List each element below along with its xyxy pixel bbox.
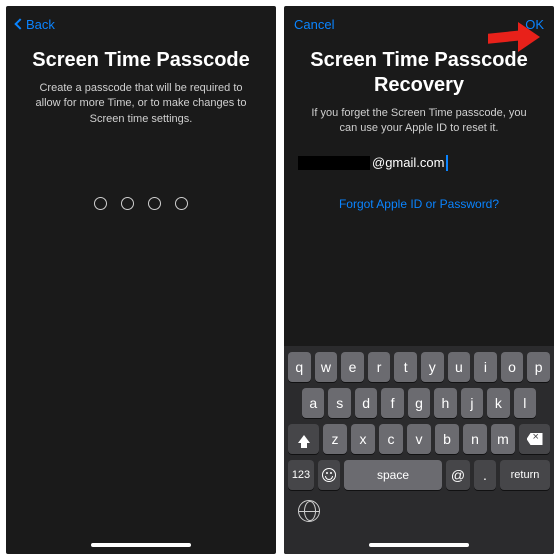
key-m[interactable]: m bbox=[491, 424, 515, 454]
key-l[interactable]: l bbox=[514, 388, 536, 418]
key-e[interactable]: e bbox=[341, 352, 364, 382]
key-r[interactable]: r bbox=[368, 352, 391, 382]
nav-bar: Cancel OK bbox=[284, 6, 554, 42]
chevron-left-icon bbox=[14, 18, 25, 29]
back-label: Back bbox=[26, 17, 55, 32]
key-o[interactable]: o bbox=[501, 352, 524, 382]
key-n[interactable]: n bbox=[463, 424, 487, 454]
period-key[interactable]: . bbox=[474, 460, 496, 490]
keyboard: qwertyuiop asdfghjkl zxcvbnm 123 space @… bbox=[284, 346, 554, 554]
key-i[interactable]: i bbox=[474, 352, 497, 382]
email-suffix: @gmail.com bbox=[372, 155, 444, 170]
redacted-segment bbox=[298, 156, 370, 170]
key-c[interactable]: c bbox=[379, 424, 403, 454]
globe-icon[interactable] bbox=[298, 500, 320, 522]
key-p[interactable]: p bbox=[527, 352, 550, 382]
screen-time-passcode-screen: Back Screen Time Passcode Create a passc… bbox=[6, 6, 276, 554]
key-row-3: zxcvbnm bbox=[288, 424, 550, 454]
key-row-4: 123 space @ . return bbox=[288, 460, 550, 490]
key-f[interactable]: f bbox=[381, 388, 403, 418]
forgot-link[interactable]: Forgot Apple ID or Password? bbox=[284, 197, 554, 211]
key-a[interactable]: a bbox=[302, 388, 324, 418]
passcode-recovery-screen: Cancel OK Screen Time Passcode Recovery … bbox=[284, 6, 554, 554]
passcode-dot bbox=[175, 197, 188, 210]
key-x[interactable]: x bbox=[351, 424, 375, 454]
key-u[interactable]: u bbox=[448, 352, 471, 382]
key-row-2: asdfghjkl bbox=[288, 388, 550, 418]
page-subtitle: If you forget the Screen Time passcode, … bbox=[284, 106, 554, 137]
page-title: Screen Time Passcode Recovery bbox=[284, 42, 554, 106]
key-b[interactable]: b bbox=[435, 424, 459, 454]
text-cursor bbox=[446, 155, 448, 171]
emoji-key[interactable] bbox=[318, 460, 340, 490]
cancel-button[interactable]: Cancel bbox=[294, 17, 334, 32]
key-g[interactable]: g bbox=[408, 388, 430, 418]
home-indicator[interactable] bbox=[369, 543, 469, 547]
home-indicator[interactable] bbox=[91, 543, 191, 547]
key-k[interactable]: k bbox=[487, 388, 509, 418]
return-key[interactable]: return bbox=[500, 460, 550, 490]
space-key[interactable]: space bbox=[344, 460, 442, 490]
passcode-dot bbox=[94, 197, 107, 210]
passcode-dot bbox=[121, 197, 134, 210]
nav-bar: Back bbox=[6, 6, 276, 42]
key-w[interactable]: w bbox=[315, 352, 338, 382]
passcode-dot bbox=[148, 197, 161, 210]
key-d[interactable]: d bbox=[355, 388, 377, 418]
page-subtitle: Create a passcode that will be required … bbox=[6, 81, 276, 127]
ok-button[interactable]: OK bbox=[525, 17, 544, 32]
key-row-1: qwertyuiop bbox=[288, 352, 550, 382]
key-v[interactable]: v bbox=[407, 424, 431, 454]
page-title: Screen Time Passcode bbox=[6, 42, 276, 81]
ok-label: OK bbox=[525, 17, 544, 32]
key-j[interactable]: j bbox=[461, 388, 483, 418]
key-h[interactable]: h bbox=[434, 388, 456, 418]
emoji-icon bbox=[322, 468, 336, 482]
backspace-key[interactable] bbox=[519, 424, 550, 454]
globe-row bbox=[288, 496, 550, 550]
shift-key[interactable] bbox=[288, 424, 319, 454]
numbers-key[interactable]: 123 bbox=[288, 460, 314, 490]
key-t[interactable]: t bbox=[394, 352, 417, 382]
back-button[interactable]: Back bbox=[16, 17, 55, 32]
key-q[interactable]: q bbox=[288, 352, 311, 382]
backspace-icon bbox=[527, 433, 543, 445]
key-y[interactable]: y bbox=[421, 352, 444, 382]
key-s[interactable]: s bbox=[328, 388, 350, 418]
passcode-dots[interactable] bbox=[6, 197, 276, 210]
shift-icon bbox=[298, 435, 310, 443]
cancel-label: Cancel bbox=[294, 17, 334, 32]
at-key[interactable]: @ bbox=[446, 460, 470, 490]
key-z[interactable]: z bbox=[323, 424, 347, 454]
apple-id-field[interactable]: @gmail.com bbox=[284, 151, 554, 175]
